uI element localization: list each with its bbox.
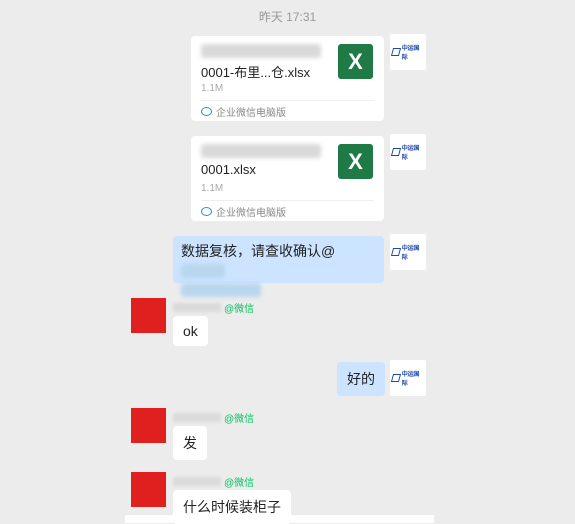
avatar[interactable]: [131, 408, 166, 443]
message-text: ok: [183, 323, 198, 339]
company-logo-icon: 中运国际: [390, 46, 424, 61]
message-text: 好的: [347, 371, 375, 387]
blurred-text: [173, 303, 221, 312]
company-logo-icon: 中运国际: [390, 372, 424, 387]
blurred-text: [173, 413, 221, 422]
avatar[interactable]: 中运国际: [390, 34, 426, 70]
sender-tag: @微信: [224, 304, 255, 315]
blurred-text: [181, 283, 261, 298]
file-message-1[interactable]: 0001-布里...仓.xlsx 1.1M X 企业微信电脑版: [191, 36, 384, 121]
message-bubble[interactable]: 好的: [337, 362, 385, 396]
blurred-text: [201, 144, 321, 158]
file-source: 企业微信电脑版: [201, 104, 286, 119]
avatar[interactable]: [131, 298, 166, 333]
blurred-text: [181, 264, 225, 279]
blurred-text: [173, 477, 221, 486]
avatar[interactable]: 中运国际: [390, 360, 426, 396]
avatar[interactable]: 中运国际: [390, 234, 426, 270]
wecom-icon: [201, 207, 212, 216]
excel-icon: X: [338, 144, 373, 179]
message-bubble[interactable]: 数据复核，请查收确认@: [173, 236, 384, 298]
divider: [201, 200, 374, 201]
file-source-label: 企业微信电脑版: [216, 108, 286, 119]
avatar[interactable]: 中运国际: [390, 134, 426, 170]
wecom-icon: [201, 107, 212, 116]
file-size: 1.1M: [201, 83, 224, 94]
message-bubble[interactable]: ok: [173, 316, 208, 346]
blurred-text: [201, 44, 321, 58]
sender-tag: @微信: [224, 478, 255, 489]
file-source-label: 企业微信电脑版: [216, 208, 286, 219]
file-name: 0001.xlsx: [201, 162, 256, 177]
sender-tag: @微信: [224, 414, 255, 425]
company-logo-icon: 中运国际: [390, 246, 424, 261]
company-logo-icon: 中运国际: [390, 146, 424, 161]
file-size: 1.1M: [201, 183, 224, 194]
file-message-2[interactable]: 0001.xlsx 1.1M X 企业微信电脑版: [191, 136, 384, 221]
message-text: 什么时候装柜子: [183, 499, 281, 515]
avatar[interactable]: [131, 472, 166, 507]
file-name: 0001-布里...仓.xlsx: [201, 65, 311, 80]
message-text: 发: [183, 435, 197, 451]
message-bubble[interactable]: 发: [173, 426, 207, 460]
message-timestamp: 昨天 17:31: [258, 10, 317, 24]
file-source: 企业微信电脑版: [201, 204, 286, 219]
sender-name: @微信: [173, 410, 254, 425]
bottom-bar: [125, 515, 434, 523]
divider: [201, 100, 374, 101]
sender-name: @微信: [173, 474, 254, 489]
excel-icon: X: [338, 44, 373, 79]
sender-name: @微信: [173, 300, 254, 315]
message-text: 数据复核，请查收确认@: [181, 243, 336, 259]
